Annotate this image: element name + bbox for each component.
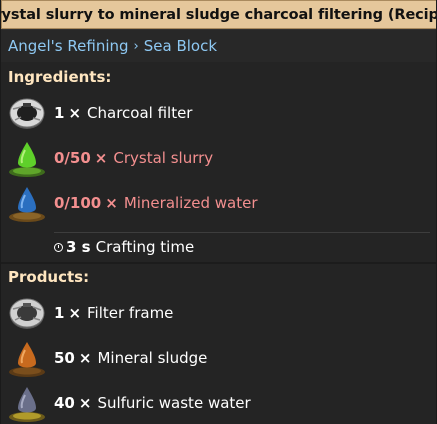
- mineralized-water-icon: [9, 187, 45, 222]
- product-amount: 1: [54, 303, 65, 322]
- source-mod2-name: Sea Block: [143, 37, 218, 55]
- sulfuric-waste-water-icon: [9, 387, 45, 422]
- ingredient-row: 0/50 × Crystal slurry: [1, 135, 436, 180]
- crystal-slurry-icon: [9, 142, 45, 177]
- mineral-sludge-icon: [9, 342, 45, 377]
- ingredient-name: Charcoal filter: [87, 103, 193, 122]
- product-row: 1 × Filter frame: [1, 290, 436, 335]
- times-sign: ×: [94, 148, 108, 167]
- product-row: 50 × Mineral sludge: [1, 335, 436, 380]
- ingredient-name: Crystal slurry: [113, 148, 214, 167]
- source-separator: ›: [133, 38, 139, 54]
- product-amount: 40: [54, 393, 75, 412]
- ingredients-header: Ingredients:: [8, 68, 112, 86]
- times-sign: ×: [105, 193, 118, 212]
- product-row: 40 × Sulfuric waste water: [1, 380, 436, 424]
- ingredient-amount: 0/50: [54, 148, 91, 167]
- filter-frame-icon: [9, 298, 45, 329]
- ingredient-row: 0/100 × Mineralized water: [1, 180, 436, 225]
- times-sign: ×: [78, 393, 92, 412]
- crafting-time-row: 3 s Crafting time: [54, 232, 430, 261]
- ingredient-row: 1 × Charcoal filter: [1, 90, 436, 135]
- times-sign: ×: [68, 303, 82, 322]
- charcoal-filter-icon: [9, 98, 45, 129]
- product-amount: 50: [54, 348, 75, 367]
- crafting-time-label: Crafting time: [95, 238, 195, 256]
- product-name: Sulfuric waste water: [97, 393, 251, 412]
- products-header: Products:: [8, 268, 90, 286]
- source-mod-name: Angel's Refining: [8, 37, 129, 55]
- times-sign: ×: [68, 103, 82, 122]
- title-bar: Crystal slurry to mineral sludge charcoa…: [0, 0, 437, 29]
- product-name: Filter frame: [87, 303, 174, 322]
- product-name: Mineral sludge: [97, 348, 208, 367]
- recipe-title: Crystal slurry to mineral sludge charcoa…: [0, 6, 437, 23]
- ingredient-name: Mineralized water: [123, 193, 258, 212]
- ingredient-amount: 1: [54, 103, 65, 122]
- recipe-tooltip: Crystal slurry to mineral sludge charcoa…: [0, 0, 437, 424]
- times-sign: ×: [78, 348, 92, 367]
- recipe-source: Angel's Refining › Sea Block: [1, 30, 436, 62]
- clock-icon: [54, 242, 63, 252]
- crafting-time-value: 3 s: [66, 238, 91, 256]
- ingredient-amount: 0/100: [54, 193, 102, 212]
